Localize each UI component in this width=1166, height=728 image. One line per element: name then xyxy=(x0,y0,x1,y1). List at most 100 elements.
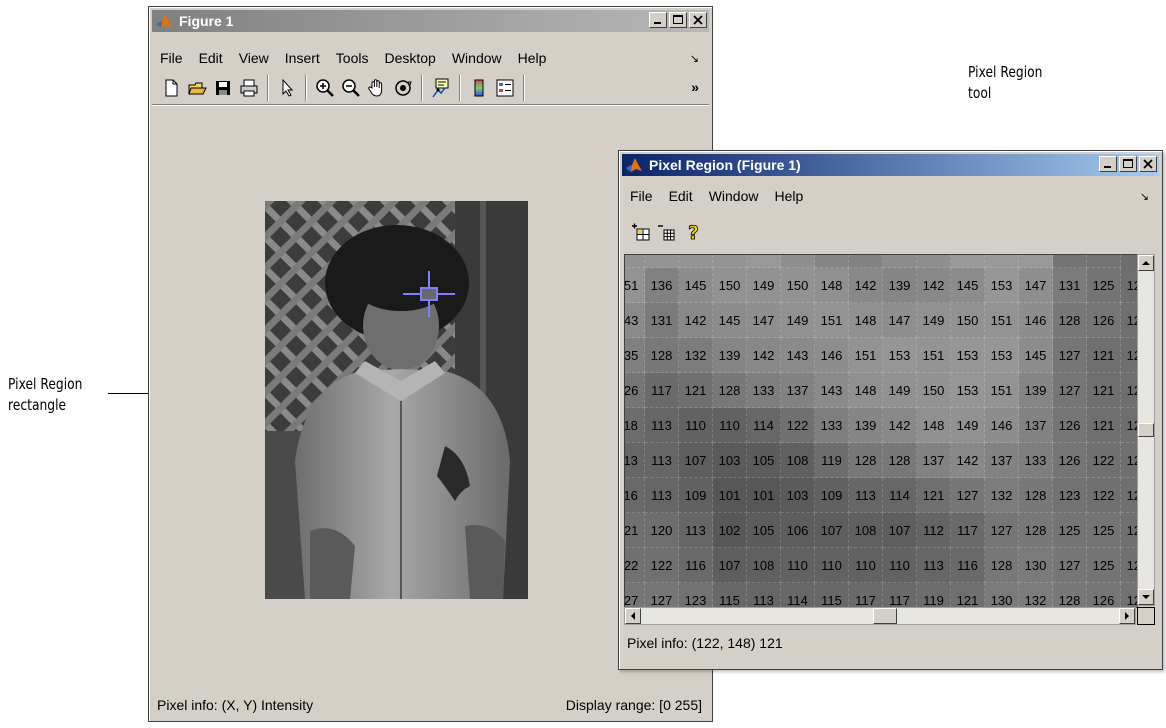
minimize-button[interactable] xyxy=(649,12,667,28)
pixel-cell: 123 xyxy=(1121,583,1137,607)
pixel-cell: 126 xyxy=(1087,583,1121,607)
rotate-button[interactable] xyxy=(392,77,414,99)
pixel-cell: 102 xyxy=(713,513,747,548)
figure-image[interactable] xyxy=(265,201,528,599)
pixel-cell: 142 xyxy=(917,268,951,303)
pixel-cell: 127 xyxy=(625,583,645,607)
minimize-button[interactable] xyxy=(1099,156,1117,172)
close-button[interactable] xyxy=(689,12,707,28)
figure-status-bar: Pixel info: (X, Y) Intensity Display ran… xyxy=(157,695,702,715)
menu-window[interactable]: Window xyxy=(701,188,767,204)
rotate-3d-icon xyxy=(395,79,412,96)
pixel-cell: 128 xyxy=(849,443,883,478)
vertical-scrollbar[interactable] xyxy=(1137,254,1155,606)
menu-file[interactable]: File xyxy=(152,50,191,66)
new-file-button[interactable] xyxy=(160,77,182,99)
pixel-cell: 107 xyxy=(679,443,713,478)
pixel-cell: 135 xyxy=(625,338,645,373)
pixel-region-titlebar[interactable]: Pixel Region (Figure 1) xyxy=(622,154,1159,176)
expand-region-button[interactable] xyxy=(630,221,652,243)
menu-view[interactable]: View xyxy=(231,50,277,66)
pixel-region-rectangle-callout: Pixel Region rectangle xyxy=(8,374,82,416)
toolbar-overflow-icon[interactable]: » xyxy=(691,79,699,95)
menu-dock-arrow-icon[interactable]: ↘ xyxy=(1140,190,1149,203)
toolbar-separator xyxy=(421,74,423,101)
edit-plot-button[interactable] xyxy=(276,77,298,99)
pixel-cell: 107 xyxy=(815,513,849,548)
maximize-icon xyxy=(1123,159,1133,168)
maximize-button[interactable] xyxy=(669,12,687,28)
pixel-cell: 122 xyxy=(1087,478,1121,513)
pixel-cell: 133 xyxy=(815,408,849,443)
pixel-cell: 123 xyxy=(679,583,713,607)
arrow-up-icon xyxy=(1142,261,1150,265)
menu-help[interactable]: Help xyxy=(766,188,811,204)
scroll-up-button[interactable] xyxy=(1138,255,1154,271)
minimize-icon xyxy=(1104,166,1111,168)
toolbar-separator xyxy=(523,74,525,101)
print-icon xyxy=(240,79,258,96)
pixel-cell: 146 xyxy=(815,338,849,373)
pixel-cell: 133 xyxy=(1019,443,1053,478)
pixel-cell: 126 xyxy=(1053,443,1087,478)
pixel-region-status: Pixel info: (122, 148) 121 xyxy=(627,635,783,651)
pixel-cell: 155 xyxy=(951,255,985,268)
pixel-cell: 117 xyxy=(883,583,917,607)
print-button[interactable] xyxy=(238,77,260,99)
menu-insert[interactable]: Insert xyxy=(277,50,328,66)
legend-icon xyxy=(496,79,514,96)
pixel-cell: 143 xyxy=(815,373,849,408)
pixel-cell: 121 xyxy=(1087,373,1121,408)
legend-button[interactable] xyxy=(494,77,516,99)
scroll-down-button[interactable] xyxy=(1138,589,1154,605)
menu-edit[interactable]: Edit xyxy=(191,50,231,66)
open-button[interactable] xyxy=(186,77,208,99)
figure-titlebar[interactable]: Figure 1 xyxy=(152,10,709,32)
pixel-cell: 113 xyxy=(625,443,645,478)
colorbar-button[interactable] xyxy=(468,77,490,99)
pixel-cell: 113 xyxy=(645,408,679,443)
pixel-cell: 108 xyxy=(747,548,781,583)
pixel-cell: 101 xyxy=(713,478,747,513)
maximize-button[interactable] xyxy=(1119,156,1137,172)
pixel-cell: 137 xyxy=(781,373,815,408)
pixel-cell: 150 xyxy=(951,303,985,338)
pixel-cell: 127 xyxy=(1053,548,1087,583)
pixel-cell: 107 xyxy=(713,548,747,583)
pixel-cell: 121 xyxy=(1121,478,1137,513)
menu-dock-arrow-icon[interactable]: ↘ xyxy=(690,52,699,65)
menu-window[interactable]: Window xyxy=(444,50,510,66)
pixel-cell: 127 xyxy=(645,583,679,607)
pixel-cell: 119 xyxy=(917,583,951,607)
pixel-cell: 120 xyxy=(645,513,679,548)
zoom-out-button[interactable] xyxy=(340,77,362,99)
pixel-cell: 128 xyxy=(1019,513,1053,548)
scroll-right-button[interactable] xyxy=(1119,608,1135,624)
pixel-cell: 153 xyxy=(883,338,917,373)
menu-file[interactable]: File xyxy=(622,188,661,204)
menu-edit[interactable]: Edit xyxy=(661,188,701,204)
horizontal-scroll-thumb[interactable] xyxy=(873,608,897,624)
shrink-region-button[interactable] xyxy=(656,221,678,243)
pixel-cell: 117 xyxy=(951,513,985,548)
help-button[interactable]: ? xyxy=(682,221,704,243)
zoom-in-button[interactable] xyxy=(314,77,336,99)
pixel-cell: 110 xyxy=(815,548,849,583)
vertical-scroll-thumb[interactable] xyxy=(1138,423,1154,437)
pixel-cell: 121 xyxy=(1121,513,1137,548)
data-cursor-button[interactable] xyxy=(430,77,452,99)
pixel-value-grid[interactable]: 1491511511511551471381371451471551561551… xyxy=(624,254,1138,608)
pixel-cell: 148 xyxy=(917,408,951,443)
pixel-cell: 125 xyxy=(1053,255,1087,268)
close-button[interactable] xyxy=(1139,156,1157,172)
pixel-cell: 125 xyxy=(1087,513,1121,548)
menu-help[interactable]: Help xyxy=(510,50,555,66)
pan-button[interactable] xyxy=(366,77,388,99)
pixel-cell: 128 xyxy=(713,373,747,408)
menu-tools[interactable]: Tools xyxy=(328,50,377,66)
save-button[interactable] xyxy=(212,77,234,99)
pixel-cell: 137 xyxy=(849,255,883,268)
horizontal-scrollbar[interactable] xyxy=(624,607,1136,625)
menu-desktop[interactable]: Desktop xyxy=(376,50,443,66)
scroll-left-button[interactable] xyxy=(625,608,641,624)
